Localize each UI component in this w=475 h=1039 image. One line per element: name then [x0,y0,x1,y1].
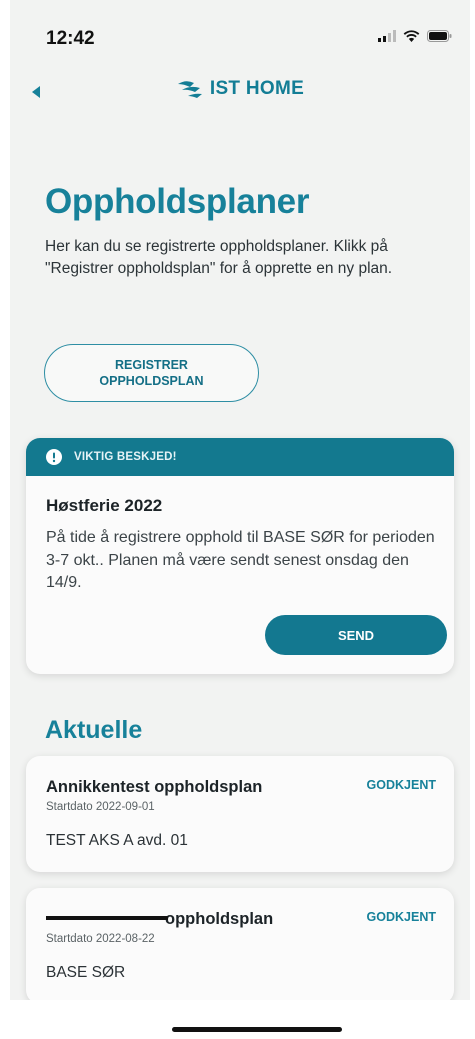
app-screen: 12:42 IST HOME Oppholdsplaner Her kan du… [10,0,470,1039]
page-intro: Her kan du se registrerte oppholdsplaner… [45,238,393,277]
plan-start-date: Startdato 2022-08-22 [46,933,155,945]
brand-name: IST HOME [209,78,305,99]
page-title: Oppholdsplaner [45,182,310,221]
register-button-line1: REGISTRER [115,358,188,372]
notice-label: VIKTIG BESKJED! [74,451,177,463]
plan-location: BASE SØR [46,964,126,981]
status-time: 12:42 [46,28,95,49]
status-bar: 12:42 [10,20,470,60]
exclamation-icon [46,449,62,465]
wifi-icon [403,30,420,42]
notice-title: Høstferie 2022 [46,496,163,515]
notice-body: På tide å registrere opphold til BASE SØ… [46,529,435,591]
notice-header: VIKTIG BESKJED! [26,438,454,476]
plan-name: Annikkentest oppholdsplan [46,778,263,796]
section-heading: Aktuelle [45,716,143,744]
plan-start-date: Startdato 2022-09-01 [46,801,155,813]
register-plan-button[interactable]: REGISTRER OPPHOLDSPLAN [44,344,259,402]
nav-bar: IST HOME [10,70,470,114]
plan-location: TEST AKS A avd. 01 [46,832,188,849]
important-notice-card: VIKTIG BESKJED! Høstferie 2022 På tide å… [26,438,454,674]
plan-card[interactable]: oppholdsplan GODKJENT Startdato 2022-08-… [26,888,454,1004]
register-button-line2: OPPHOLDSPLAN [99,374,204,388]
send-button[interactable]: SEND [265,615,447,655]
plan-card[interactable]: Annikkentest oppholdsplan GODKJENT Start… [26,756,454,872]
plan-name-row: oppholdsplan [46,910,273,929]
status-icons [378,30,452,42]
bottom-bar [10,1000,470,1039]
brand-logo-icon [177,81,202,98]
plan-name: oppholdsplan [165,910,274,928]
signal-icon [378,30,396,42]
plan-status-badge: GODKJENT [366,910,436,924]
redaction-bar [46,915,168,920]
battery-icon [427,30,452,42]
brand-logo: IST HOME [10,78,470,100]
plan-status-badge: GODKJENT [366,778,436,792]
home-indicator[interactable] [172,1027,342,1032]
